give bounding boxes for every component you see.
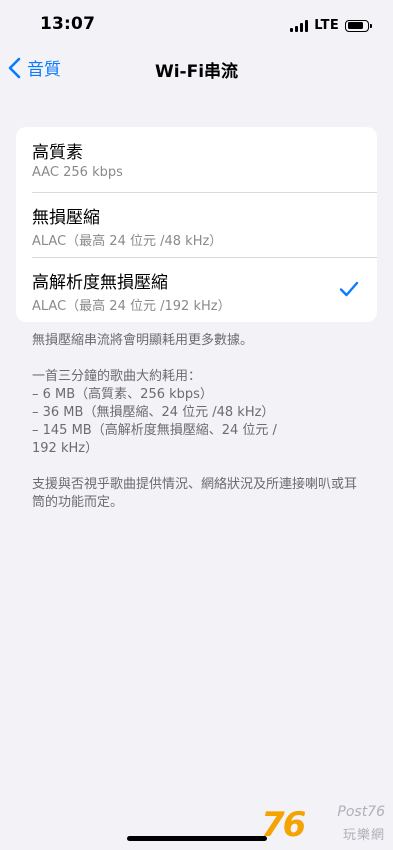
checkmark-icon — [339, 281, 359, 297]
usage-line: 192 kHz） — [32, 441, 99, 456]
option-title: 無損壓縮 — [32, 208, 100, 228]
data-usage-note: 無損壓縮串流將會明顯耗用更多數據。 — [32, 333, 254, 348]
page-title: Wi-Fi串流 — [154, 62, 239, 82]
option-high-quality[interactable]: 高質素 AAC 256 kbps — [16, 127, 377, 192]
usage-line: – 36 MB（無損壓縮、24 位元 /48 kHz） — [32, 405, 275, 420]
network-type-label: LTE — [314, 18, 339, 33]
navigation-bar: 音質 Wi-Fi串流 — [0, 50, 393, 90]
option-hi-res-lossless[interactable]: 高解析度無損壓縮 ALAC（最高 24 位元 /192 kHz） — [16, 257, 377, 322]
cellular-signal-icon — [290, 19, 309, 32]
quality-options-list: 高質素 AAC 256 kbps 無損壓縮 ALAC（最高 24 位元 /48 … — [16, 127, 377, 322]
option-subtitle: ALAC（最高 24 位元 /48 kHz） — [32, 234, 223, 249]
option-lossless[interactable]: 無損壓縮 ALAC（最高 24 位元 /48 kHz） — [16, 192, 377, 257]
watermark-subtitle: 玩樂網 — [342, 828, 385, 843]
watermark-number: 76 — [261, 805, 306, 845]
option-title: 高解析度無損壓縮 — [32, 273, 168, 293]
usage-line: – 6 MB（高質素、256 kbps） — [32, 387, 213, 402]
usage-line: – 145 MB（高解析度無損壓縮、24 位元 / — [32, 423, 277, 438]
usage-intro: 一首三分鐘的歌曲大約耗用： — [32, 369, 202, 384]
footer-notes: 無損壓縮串流將會明顯耗用更多數據。 一首三分鐘的歌曲大約耗用： – 6 MB（高… — [32, 332, 365, 530]
support-note: 支援與否視乎歌曲提供情況、網絡狀況及所連接喇叭或耳筒的功能而定。 — [32, 477, 358, 510]
watermark-logo: 76 Post76 玩樂網 — [261, 804, 387, 844]
song-usage-note: 一首三分鐘的歌曲大約耗用： – 6 MB（高質素、256 kbps） – 36 … — [32, 368, 365, 458]
status-indicators: LTE — [290, 18, 372, 33]
home-indicator[interactable] — [127, 836, 267, 841]
option-subtitle: ALAC（最高 24 位元 /192 kHz） — [32, 299, 231, 314]
battery-icon — [345, 19, 372, 32]
status-time: 13:07 — [40, 14, 96, 34]
option-title: 高質素 — [32, 143, 83, 163]
status-bar: 13:07 LTE — [0, 0, 393, 50]
watermark-brand: Post76 — [337, 804, 385, 820]
option-subtitle: AAC 256 kbps — [32, 165, 123, 180]
